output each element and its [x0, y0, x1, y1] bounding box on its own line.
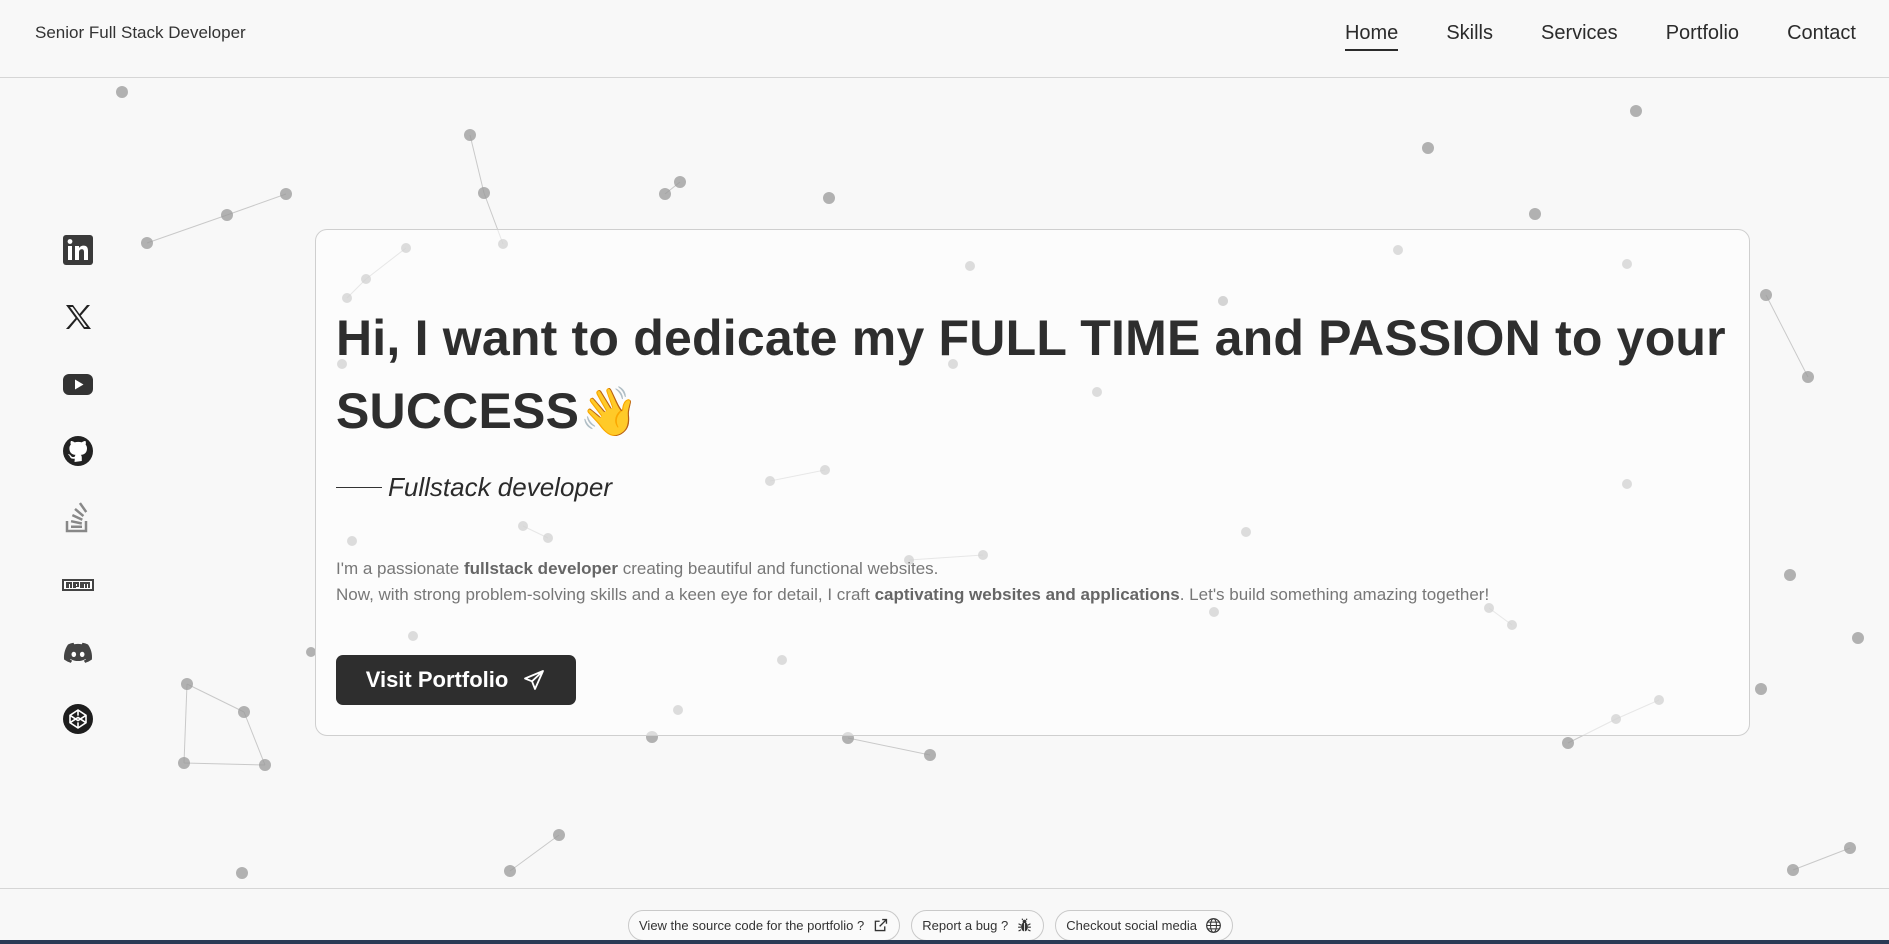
hero-card: Hi, I want to dedicate my FULL TIME and … [315, 229, 1750, 736]
site-brand[interactable]: Senior Full Stack Developer [35, 23, 246, 43]
linkedin-icon[interactable] [60, 232, 96, 268]
send-icon [524, 670, 545, 690]
visit-portfolio-button[interactable]: Visit Portfolio [336, 655, 576, 705]
desc-highlight: fullstack developer [463, 559, 618, 578]
hero-headline: Hi, I want to dedicate my FULL TIME and … [336, 302, 1736, 449]
youtube-icon[interactable] [60, 366, 96, 402]
report-bug-label: Report a bug ? [922, 918, 1009, 933]
nav-skills[interactable]: Skills [1446, 22, 1493, 51]
visit-portfolio-label: Visit Portfolio [365, 667, 509, 692]
top-header: Senior Full Stack Developer Home Skills … [0, 0, 1889, 78]
discord-icon[interactable] [60, 634, 96, 670]
social-media-link[interactable]: Checkout social media [1055, 910, 1234, 941]
description-line-2: Now, with strong problem-solving skills … [336, 582, 1489, 608]
view-source-label: View the source code for the portfolio ? [639, 918, 865, 933]
desc-text: Now, with strong problem-solving skills … [336, 585, 875, 604]
desc-text: . Let's build something amazing together… [1179, 585, 1490, 604]
view-source-link[interactable]: View the source code for the portfolio ? [628, 910, 901, 941]
hero-headline-text: Hi, I want to dedicate my FULL TIME and … [336, 310, 1726, 439]
footer: View the source code for the portfolio ?… [0, 888, 1889, 944]
nav-services[interactable]: Services [1541, 22, 1618, 51]
bottom-accent-bar [0, 940, 1889, 944]
waving-hand-icon: 👋 [579, 384, 640, 440]
nav-portfolio[interactable]: Portfolio [1666, 22, 1739, 51]
npm-icon[interactable] [60, 567, 96, 603]
external-link-icon [874, 918, 888, 932]
subtitle-dash [336, 487, 382, 488]
desc-text: I'm a passionate [336, 559, 464, 578]
social-sidebar [60, 232, 96, 768]
main-nav: Home Skills Services Portfolio Contact [1344, 22, 1856, 51]
github-icon[interactable] [60, 433, 96, 469]
desc-text: creating beautiful and functional websit… [618, 559, 939, 578]
bug-icon [1018, 918, 1032, 932]
hero-subtitle-text: Fullstack developer [388, 472, 612, 502]
description-line-1: I'm a passionate fullstack developer cre… [336, 556, 1489, 582]
social-media-label: Checkout social media [1066, 918, 1198, 933]
codepen-icon[interactable] [60, 701, 96, 737]
desc-highlight: captivating websites and applications [874, 585, 1180, 604]
hero-description: I'm a passionate fullstack developer cre… [336, 556, 1489, 608]
nav-home[interactable]: Home [1344, 22, 1399, 51]
footer-links: View the source code for the portfolio ?… [628, 910, 1234, 941]
x-twitter-icon[interactable] [60, 299, 96, 335]
stackoverflow-icon[interactable] [60, 500, 96, 536]
globe-icon [1206, 918, 1221, 933]
report-bug-link[interactable]: Report a bug ? [911, 910, 1045, 941]
hero-subtitle: Fullstack developer [336, 472, 612, 503]
nav-contact[interactable]: Contact [1787, 22, 1856, 51]
